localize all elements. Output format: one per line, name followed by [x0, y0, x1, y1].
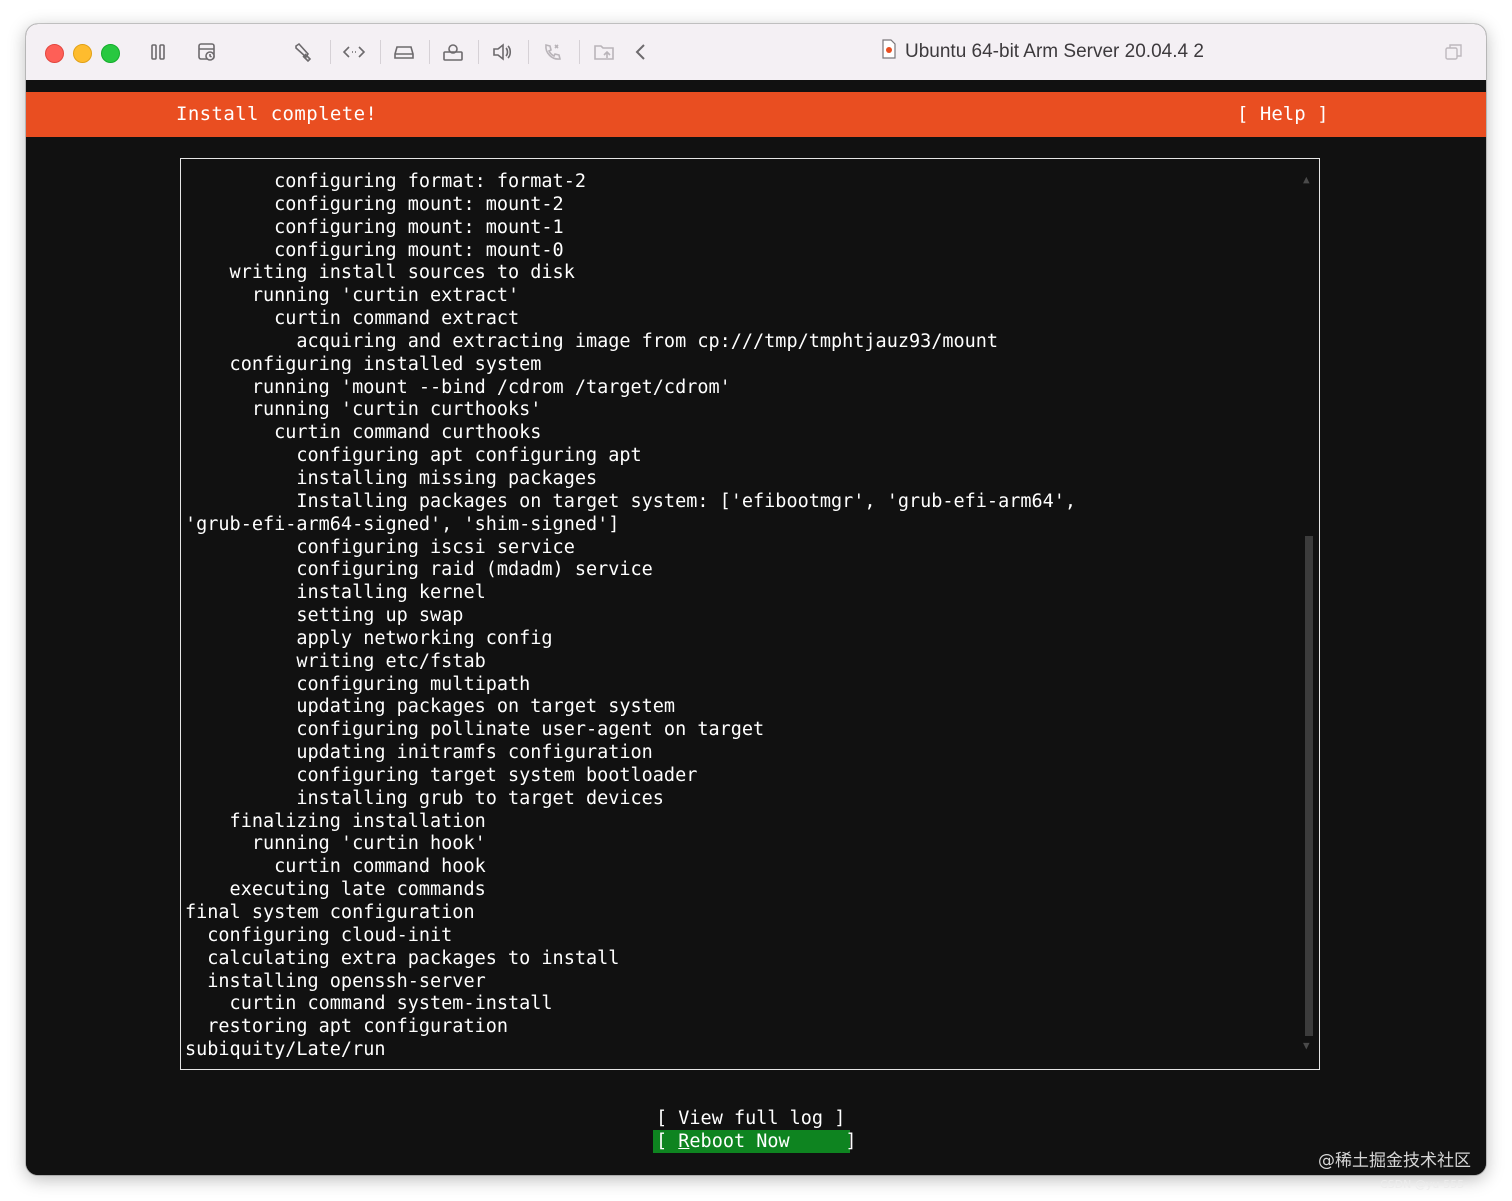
sidebar-icon[interactable]: [143, 38, 173, 66]
scroll-down-arrow-icon[interactable]: ▼: [1303, 1039, 1310, 1052]
window-title-text: Ubuntu 64-bit Arm Server 20.04.4 2: [905, 41, 1204, 62]
log-line: configuring pollinate user-agent on targ…: [185, 719, 765, 741]
view-full-log-button[interactable]: [ View full log ]: [656, 1107, 845, 1130]
help-button[interactable]: [ Help ]: [1237, 103, 1329, 125]
zoom-button[interactable]: [101, 44, 120, 63]
phone-icon[interactable]: [538, 38, 568, 66]
log-line: curtin command curthooks: [185, 422, 542, 444]
install-log-panel[interactable]: configuring format: format-2 configuring…: [180, 158, 1320, 1070]
log-line: final system configuration: [185, 902, 475, 923]
log-line: curtin command hook: [185, 856, 486, 878]
vm-console[interactable]: Install complete! [ Help ] configuring f…: [26, 80, 1486, 1175]
log-line: running 'curtin curthooks': [185, 399, 542, 421]
scrollbar-thumb[interactable]: [1305, 536, 1313, 1036]
log-line: running 'curtin extract': [185, 285, 520, 307]
scroll-up-arrow-icon[interactable]: ▲: [1303, 173, 1310, 186]
log-line: running 'curtin hook': [185, 833, 486, 855]
log-line: installing kernel: [185, 582, 486, 604]
log-line: setting up swap: [185, 605, 464, 627]
install-log-lines: configuring format: format-2 configuring…: [185, 171, 1076, 1062]
log-line: acquiring and extracting image from cp:/…: [185, 330, 999, 352]
log-line: configuring mount: mount-2: [185, 193, 564, 215]
log-line: configuring format: format-2: [185, 171, 586, 192]
window-titlebar: Ubuntu 64-bit Arm Server 20.04.4 2: [26, 24, 1486, 81]
log-line: updating packages on target system: [185, 696, 676, 718]
installer-header: Install complete! [ Help ]: [26, 92, 1486, 137]
disk-icon[interactable]: [389, 38, 419, 66]
log-line: configuring installed system: [185, 353, 542, 375]
log-line: finalizing installation: [185, 810, 486, 832]
reboot-accelerator-key: R: [678, 1131, 690, 1152]
reboot-now-button[interactable]: [ Reboot Now ]: [653, 1130, 857, 1153]
log-line: Installing packages on target system: ['…: [185, 490, 1077, 512]
close-button[interactable]: [45, 44, 64, 63]
page-title: Install complete!: [176, 103, 378, 125]
restore-window-icon[interactable]: [1444, 42, 1466, 64]
log-line: calculating extra packages to install: [185, 947, 620, 969]
log-line: writing install sources to disk: [185, 262, 575, 284]
user-icon[interactable]: [438, 38, 468, 66]
reboot-bracket-open: [: [656, 1131, 679, 1152]
log-line: writing etc/fstab: [185, 650, 486, 672]
log-line: configuring raid (mdadm) service: [185, 559, 653, 581]
log-line: configuring apt configuring apt: [185, 445, 642, 467]
log-line: curtin command extract: [185, 308, 520, 330]
vm-window: Ubuntu 64-bit Arm Server 20.04.4 2 Insta…: [26, 24, 1486, 1175]
watermark-small: CSDN @yu-555: [1380, 1178, 1465, 1191]
reboot-label-rest: eboot Now ]: [689, 1131, 857, 1152]
audio-icon[interactable]: [487, 38, 517, 66]
settings-wrench-icon[interactable]: [288, 38, 318, 66]
log-line: running 'mount --bind /cdrom /target/cdr…: [185, 376, 731, 398]
log-line: configuring iscsi service: [185, 536, 575, 558]
log-line: configuring mount: mount-1: [185, 216, 564, 238]
log-line: installing missing packages: [185, 467, 598, 489]
log-line: apply networking config: [185, 627, 553, 649]
log-line: curtin command system-install: [185, 993, 553, 1015]
log-line: configuring multipath: [185, 673, 531, 695]
log-line: configuring mount: mount-0: [185, 239, 564, 261]
window-title: Ubuntu 64-bit Arm Server 20.04.4 2: [881, 38, 1204, 66]
minimize-button[interactable]: [73, 44, 92, 63]
vm-file-icon: [881, 39, 897, 65]
snapshot-icon[interactable]: [192, 38, 222, 66]
log-line: installing grub to target devices: [185, 787, 664, 809]
log-line: restoring apt configuration: [185, 1016, 509, 1038]
back-chevron-icon[interactable]: [626, 38, 656, 66]
log-line: installing openssh-server: [185, 970, 486, 992]
log-line: configuring target system bootloader: [185, 764, 698, 786]
log-line: executing late commands: [185, 879, 486, 901]
watermark: @稀土掘金技术社区: [1318, 1151, 1471, 1171]
folder-share-icon[interactable]: [589, 38, 619, 66]
log-line: configuring cloud-init: [185, 924, 453, 946]
log-line: 'grub-efi-arm64-signed', 'shim-signed']: [185, 513, 620, 535]
log-line: subiquity/Late/run: [185, 1039, 386, 1061]
log-line: updating initramfs configuration: [185, 742, 653, 764]
code-icon[interactable]: [339, 38, 369, 66]
